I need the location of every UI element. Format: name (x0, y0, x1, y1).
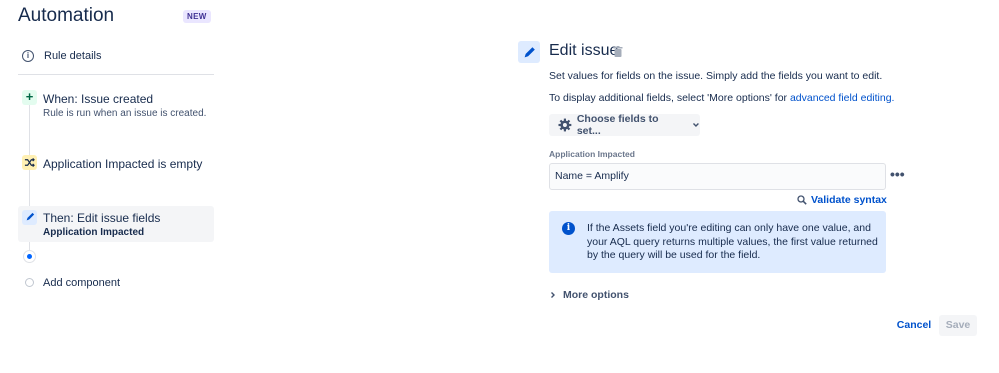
add-dot-icon (25, 278, 34, 287)
save-button[interactable]: Save (939, 315, 977, 336)
trigger-title: When: Issue created (43, 92, 154, 106)
condition-title: Application Impacted is empty (43, 157, 203, 171)
current-step-dot (23, 250, 36, 263)
rule-details-item[interactable]: i Rule details (22, 50, 101, 62)
advanced-field-editing-link[interactable]: advanced field editing. (790, 92, 895, 104)
info-icon: i (562, 222, 575, 235)
rule-details-label: Rule details (44, 50, 102, 62)
add-component-label: Add component (43, 277, 121, 289)
chevron-right-icon (551, 292, 555, 298)
chevron-down-icon (693, 123, 700, 127)
new-badge: NEW (183, 10, 211, 23)
editor-title: Edit issue (549, 42, 619, 59)
action-subtitle: Application Impacted (43, 227, 145, 238)
trigger-subtitle: Rule is run when an issue is created. (43, 108, 207, 119)
editor-hint: To display additional fields, select 'Mo… (549, 92, 894, 104)
app-title: Automation (18, 5, 115, 26)
cancel-button[interactable]: Cancel (892, 315, 936, 336)
info-text: If the Assets field you're editing can o… (587, 222, 878, 261)
hint-text: To display additional fields, select 'Mo… (549, 92, 790, 104)
trash-icon[interactable] (613, 46, 623, 57)
more-options-toggle[interactable]: More options (549, 289, 629, 301)
pencil-icon (22, 210, 37, 225)
field-label: Application Impacted (549, 149, 635, 159)
info-icon: i (22, 50, 34, 62)
gear-icon (558, 118, 572, 132)
pencil-icon (518, 41, 540, 63)
shuffle-icon (22, 155, 37, 170)
search-icon (797, 195, 807, 205)
application-impacted-input[interactable]: Name = Amplify (549, 163, 886, 190)
validate-syntax-label: Validate syntax (811, 194, 887, 206)
validate-syntax-button[interactable]: Validate syntax (797, 194, 887, 206)
more-options-label: More options (563, 289, 629, 301)
more-horizontal-icon[interactable]: ••• (890, 166, 905, 182)
plus-icon: + (22, 90, 37, 105)
divider (18, 74, 214, 75)
choose-fields-button[interactable]: Choose fields to set... (549, 113, 700, 137)
action-title: Then: Edit issue fields (43, 211, 161, 225)
choose-fields-label: Choose fields to set... (576, 113, 659, 137)
editor-description: Set values for fields on the issue. Simp… (549, 70, 883, 82)
